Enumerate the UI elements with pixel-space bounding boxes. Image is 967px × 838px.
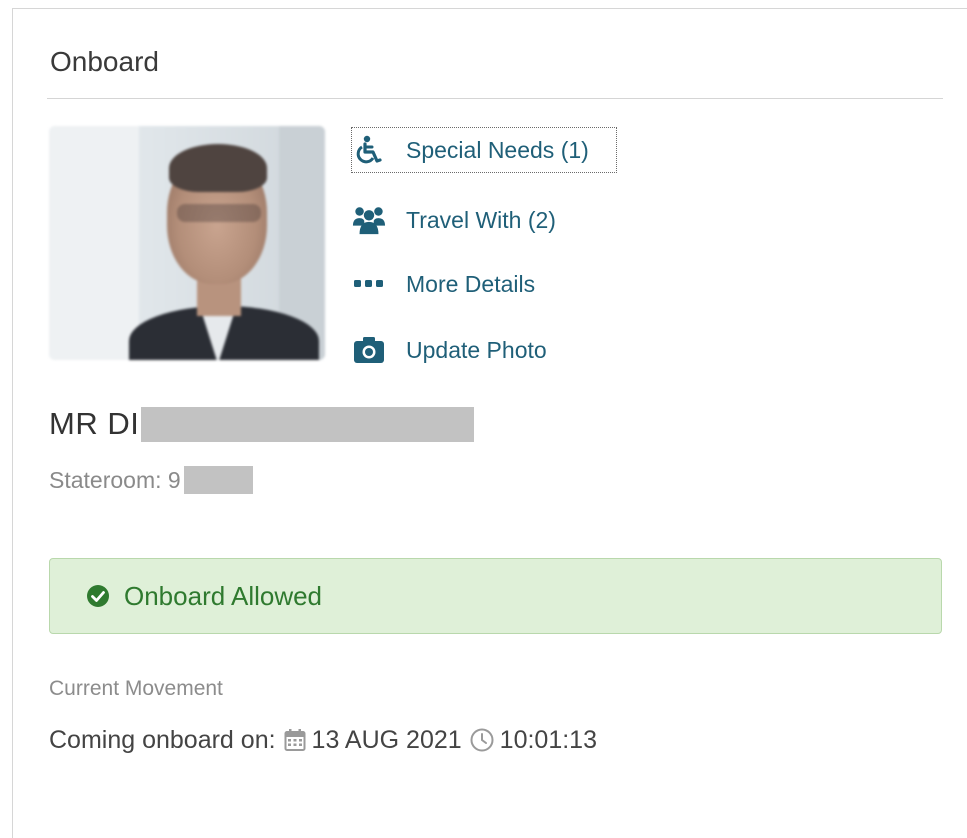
status-text: Onboard Allowed bbox=[124, 580, 323, 611]
special-needs-label: Special Needs (1) bbox=[406, 136, 589, 163]
guest-name: MR DI bbox=[49, 404, 475, 444]
clock-icon bbox=[470, 728, 494, 752]
guest-photo bbox=[49, 126, 325, 360]
movement-detail: Coming onboard on: 13 AUG 2021 10:01:13 bbox=[49, 722, 597, 758]
panel-title: Onboard bbox=[50, 46, 159, 77]
more-details-label: More Details bbox=[406, 270, 536, 297]
travel-with-label: Travel With (2) bbox=[406, 206, 556, 233]
name-redaction bbox=[141, 406, 475, 442]
camera-icon bbox=[352, 334, 386, 366]
users-icon bbox=[352, 204, 386, 236]
stateroom: Stateroom: 9 bbox=[49, 464, 253, 496]
calendar-icon bbox=[284, 728, 306, 752]
movement-time: 10:01:13 bbox=[499, 725, 597, 754]
update-photo-link[interactable]: Update Photo bbox=[352, 328, 547, 372]
title-divider bbox=[47, 98, 943, 99]
movement-prefix: Coming onboard on: bbox=[49, 725, 276, 754]
wheelchair-icon bbox=[352, 134, 386, 166]
current-movement-label: Current Movement bbox=[49, 677, 223, 700]
stateroom-text: Stateroom: 9 bbox=[49, 466, 181, 493]
check-circle-icon bbox=[86, 584, 110, 608]
ellipsis-icon bbox=[352, 268, 386, 300]
onboard-status-alert: Onboard Allowed bbox=[49, 558, 942, 634]
travel-with-link[interactable]: Travel With (2) bbox=[352, 198, 556, 242]
more-details-link[interactable]: More Details bbox=[352, 262, 535, 306]
stateroom-redaction bbox=[183, 466, 253, 494]
movement-date: 13 AUG 2021 bbox=[311, 725, 462, 754]
special-needs-link[interactable]: Special Needs (1) bbox=[351, 127, 617, 173]
guest-name-text: MR DI bbox=[49, 406, 140, 441]
update-photo-label: Update Photo bbox=[406, 336, 547, 363]
